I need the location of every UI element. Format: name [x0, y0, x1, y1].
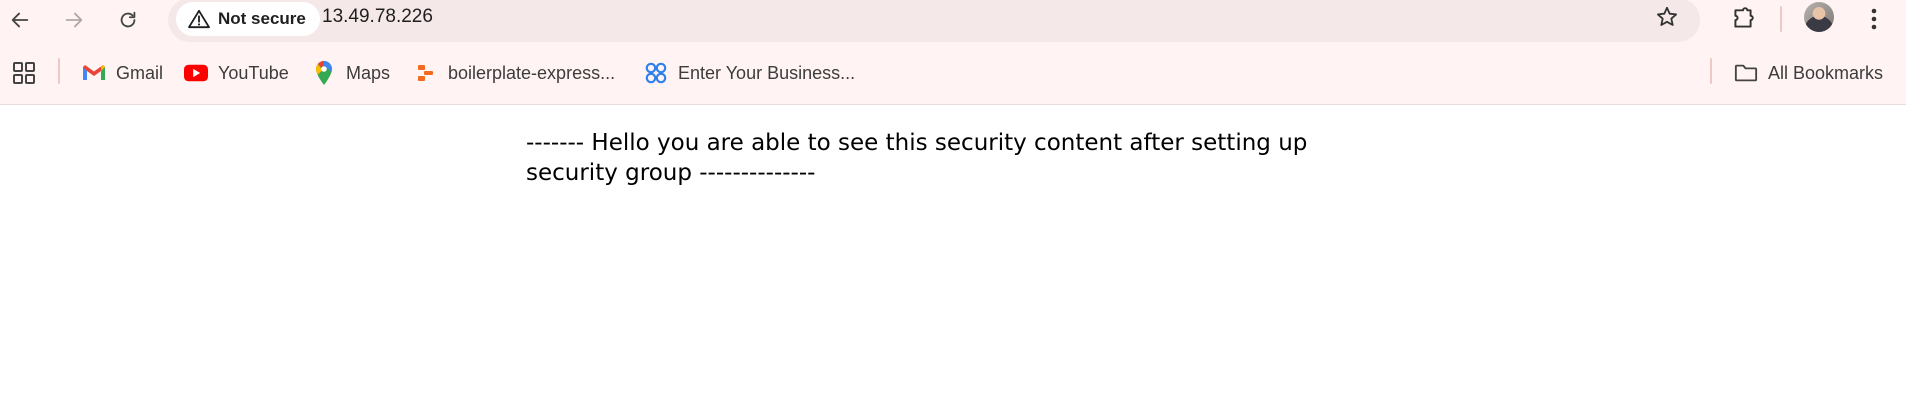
back-button[interactable]: [2, 2, 38, 38]
star-icon: [1657, 6, 1677, 26]
bookmark-label: Maps: [346, 62, 391, 83]
bookmark-boilerplate[interactable]: boilerplate-express...: [414, 58, 615, 88]
warning-icon: [188, 9, 210, 29]
reload-icon: [120, 11, 136, 28]
bookmark-star-button[interactable]: [1652, 2, 1682, 32]
kebab-menu-icon: [1871, 8, 1877, 30]
bookmark-youtube[interactable]: YouTube: [184, 58, 289, 88]
bookmark-label: YouTube: [218, 62, 289, 83]
bookmarks-right-divider: [1710, 58, 1712, 84]
all-bookmarks-button[interactable]: All Bookmarks: [1734, 58, 1883, 88]
bookmark-label: boilerplate-express...: [448, 62, 616, 83]
bookmark-business[interactable]: Enter Your Business...: [644, 58, 855, 88]
profile-avatar[interactable]: [1804, 2, 1834, 32]
bookmarks-divider: [58, 58, 60, 84]
security-indicator[interactable]: Not secure: [176, 2, 320, 36]
folder-icon: [1734, 61, 1758, 85]
browser-menu-button[interactable]: [1862, 2, 1886, 36]
reload-button[interactable]: [110, 2, 146, 38]
toolbar-divider: [1780, 6, 1782, 32]
forward-button[interactable]: [56, 2, 92, 38]
arrow-right-icon: [65, 12, 83, 28]
address-bar[interactable]: Not secure 13.49.78.226: [168, 0, 1700, 42]
apps-button[interactable]: [12, 58, 36, 88]
gmail-icon: [82, 61, 106, 85]
bookmark-gmail[interactable]: Gmail: [82, 58, 163, 88]
business-icon: [644, 61, 668, 85]
puzzle-icon: [1734, 7, 1754, 28]
youtube-icon: [184, 61, 208, 85]
page-message: ------- Hello you are able to see this s…: [526, 130, 1308, 186]
bookmarks-bar: Gmail YouTube Maps boilerplate-express..…: [0, 50, 1906, 96]
browser-toolbar: Not secure 13.49.78.226: [0, 0, 1906, 42]
security-label: Not secure: [218, 9, 306, 28]
url-text[interactable]: 13.49.78.226: [322, 0, 433, 42]
bookmark-label: Gmail: [116, 62, 164, 83]
arrow-left-icon: [11, 12, 29, 28]
browser-chrome: Not secure 13.49.78.226 Gmail YouTube Ma…: [0, 0, 1906, 105]
extensions-button[interactable]: [1726, 2, 1760, 36]
boilerplate-icon: [414, 61, 438, 85]
bookmark-label: Enter Your Business...: [678, 62, 856, 83]
bookmark-maps[interactable]: Maps: [312, 58, 390, 88]
maps-icon: [312, 61, 336, 85]
apps-grid-icon: [12, 61, 36, 85]
all-bookmarks-label: All Bookmarks: [1768, 62, 1884, 83]
